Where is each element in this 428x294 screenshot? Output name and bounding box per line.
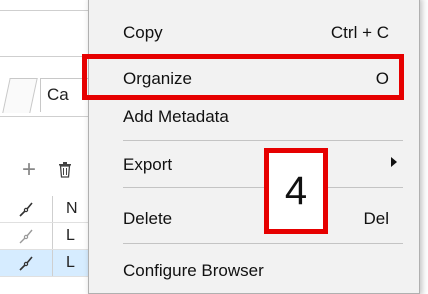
step-badge: 4	[264, 148, 328, 234]
submenu-arrow-icon	[391, 157, 397, 167]
menu-separator	[123, 243, 403, 244]
menu-item-label: Configure Browser	[123, 261, 264, 280]
divider	[0, 56, 90, 57]
tab-bar: Ca	[0, 72, 92, 116]
list-header[interactable]: N	[0, 196, 90, 223]
menu-item-label: Add Metadata	[123, 107, 229, 126]
link-icon	[19, 256, 33, 271]
menu-item-shortcut: Del	[363, 209, 389, 228]
row-label: L	[66, 227, 75, 244]
menu-item-add-metadata[interactable]: Add Metadata	[89, 97, 419, 137]
column-divider	[52, 250, 53, 276]
link-icon	[19, 229, 33, 244]
highlight-box	[82, 54, 404, 100]
menu-item-shortcut: Ctrl + C	[330, 23, 389, 42]
table-row-selected[interactable]: L	[0, 250, 90, 277]
browser-list: N L L	[0, 196, 90, 292]
trash-icon[interactable]	[58, 162, 72, 178]
context-menu: Copy Ctrl + C Organize O Add Metadata Ex…	[88, 0, 420, 294]
add-icon[interactable]: +	[22, 156, 36, 184]
menu-item-export[interactable]: Export	[89, 145, 419, 185]
menu-item-delete[interactable]: Delete Del	[89, 199, 419, 239]
menu-item-label: Export	[123, 155, 173, 174]
menu-item-copy[interactable]: Copy Ctrl + C	[89, 13, 419, 53]
column-divider	[52, 196, 53, 222]
tab-partial[interactable]	[2, 78, 38, 113]
divider	[0, 116, 90, 117]
row-label: L	[66, 254, 75, 271]
menu-item-label: Copy	[123, 23, 163, 42]
menu-item-label: Delete	[123, 209, 173, 228]
toolbar: +	[0, 152, 90, 188]
menu-separator	[123, 140, 403, 141]
link-icon	[19, 202, 33, 217]
menu-item-configure-browser[interactable]: Configure Browser	[89, 251, 419, 291]
divider	[0, 10, 90, 11]
column-header-name: N	[66, 200, 78, 217]
menu-separator	[123, 187, 403, 188]
column-divider	[52, 223, 53, 249]
table-row[interactable]: L	[0, 223, 90, 250]
